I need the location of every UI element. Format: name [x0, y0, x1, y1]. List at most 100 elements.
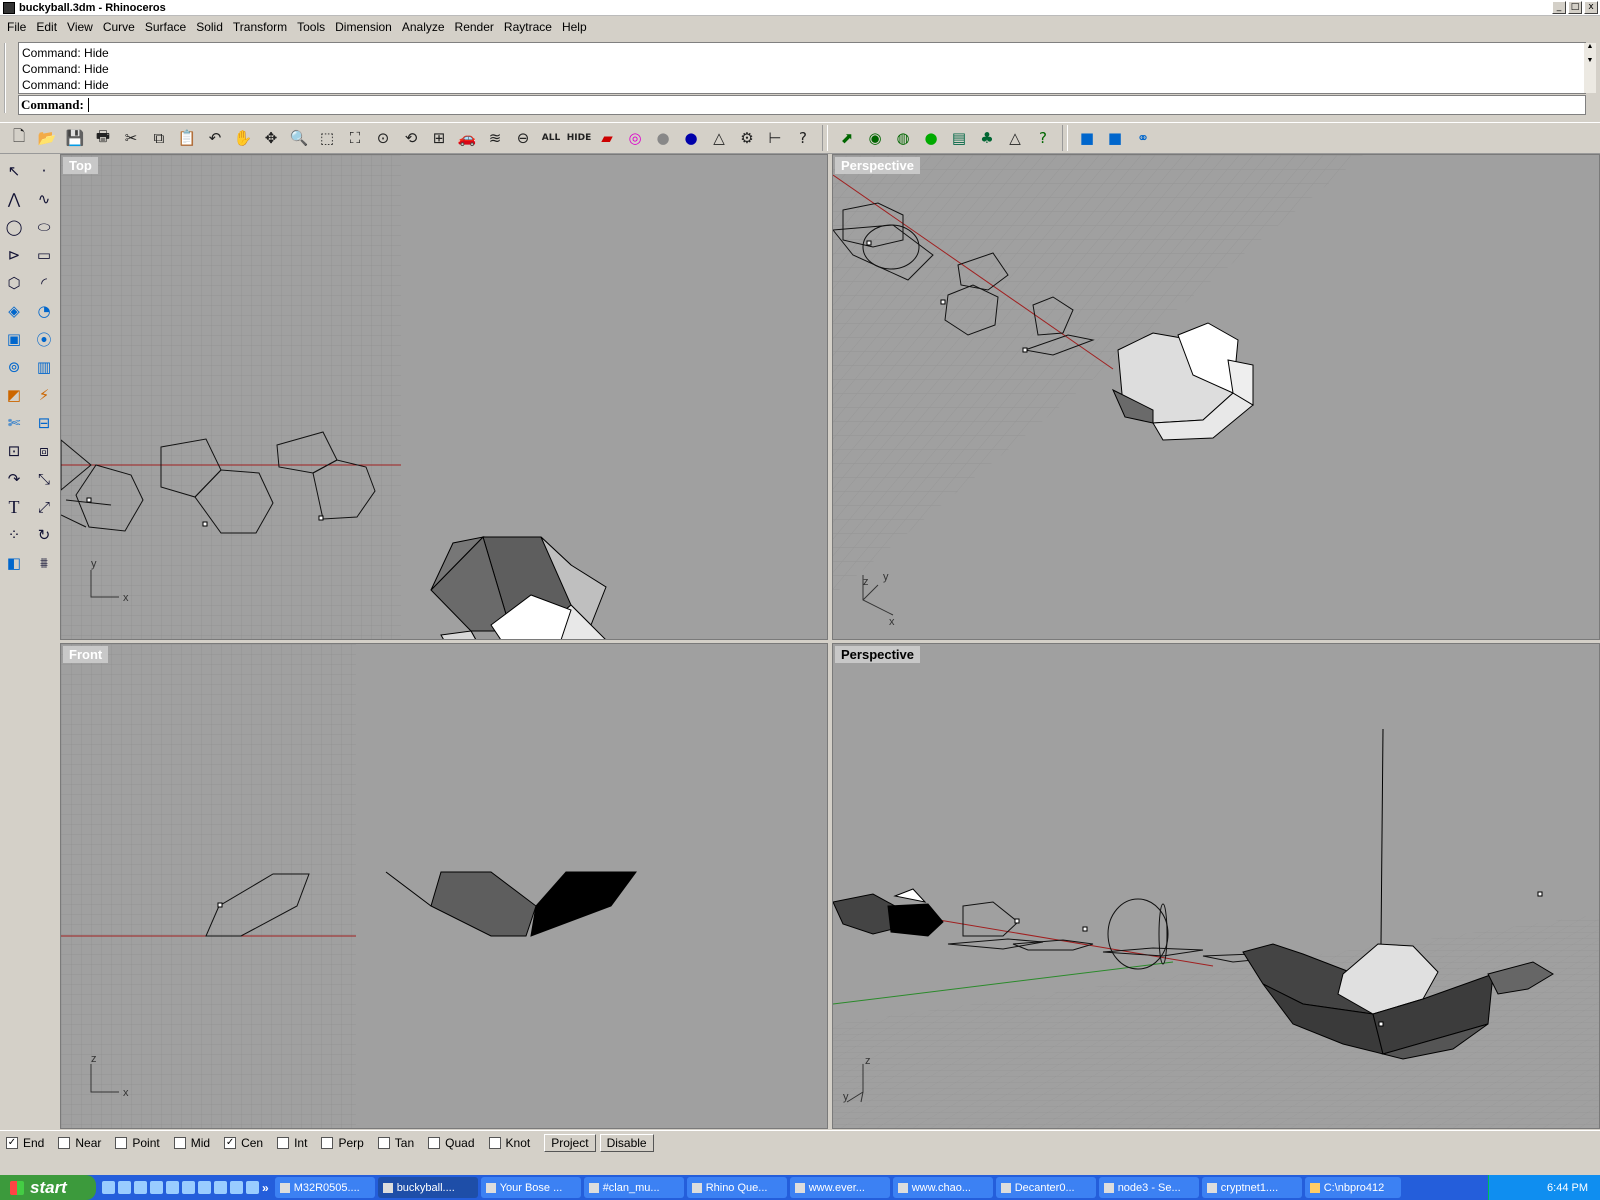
- checkbox[interactable]: [377, 1136, 390, 1149]
- app-icon[interactable]: [246, 1180, 259, 1194]
- open-icon[interactable]: 📂: [34, 125, 60, 151]
- more-icon[interactable]: »: [262, 1181, 269, 1195]
- polyline-2-icon[interactable]: ⊳: [0, 242, 28, 268]
- sphere-gray-icon[interactable]: ●: [650, 125, 676, 151]
- trim-icon[interactable]: ✄: [0, 410, 28, 436]
- cone-icon[interactable]: △: [706, 125, 732, 151]
- app-icon[interactable]: [214, 1180, 227, 1194]
- clock[interactable]: 6:44 PM: [1547, 1182, 1588, 1194]
- print-icon[interactable]: 🖶: [90, 125, 116, 151]
- osnap-point[interactable]: Point: [115, 1136, 160, 1150]
- save-icon[interactable]: 💾: [62, 125, 88, 151]
- menu-surface[interactable]: Surface: [140, 19, 191, 35]
- app-icon[interactable]: [182, 1180, 195, 1194]
- desktop-icon[interactable]: [134, 1180, 147, 1194]
- render-help-icon[interactable]: ?: [1030, 125, 1056, 151]
- task-button[interactable]: www.ever...: [789, 1177, 890, 1198]
- app-icon[interactable]: [230, 1180, 243, 1194]
- fillet-icon[interactable]: ↷: [0, 466, 28, 492]
- point-icon[interactable]: ·: [30, 158, 58, 184]
- ie-icon[interactable]: [102, 1180, 115, 1194]
- show-all-button[interactable]: ALL: [538, 125, 564, 151]
- maximize-button[interactable]: □: [1568, 1, 1582, 14]
- checkbox[interactable]: [173, 1136, 186, 1149]
- cut-icon[interactable]: ✂: [118, 125, 144, 151]
- menu-analyze[interactable]: Analyze: [397, 19, 450, 35]
- task-button[interactable]: Your Bose ...: [480, 1177, 581, 1198]
- menu-dimension[interactable]: Dimension: [330, 19, 397, 35]
- array-icon[interactable]: ⊡: [0, 438, 28, 464]
- save-render-icon[interactable]: ◍: [890, 125, 916, 151]
- group-icon[interactable]: ⧈: [30, 438, 58, 464]
- osnap-perp[interactable]: Perp: [321, 1136, 364, 1150]
- scale-icon[interactable]: ⤢: [30, 494, 58, 520]
- viewport-title[interactable]: Top: [63, 157, 98, 174]
- zoom-selected-icon[interactable]: ⊙: [370, 125, 396, 151]
- rotate-view-icon[interactable]: ✥: [258, 125, 284, 151]
- layers-icon[interactable]: ◧: [0, 550, 28, 576]
- panel-grip[interactable]: [4, 43, 10, 113]
- menu-help[interactable]: Help: [557, 19, 592, 35]
- checkbox[interactable]: [115, 1136, 128, 1149]
- task-button[interactable]: buckyball....: [377, 1177, 478, 1198]
- menu-raytrace[interactable]: Raytrace: [499, 19, 557, 35]
- zoom-icon[interactable]: 🔍: [286, 125, 312, 151]
- osnap-cen[interactable]: ✓ Cen: [224, 1136, 263, 1150]
- grid-icon[interactable]: ⩩: [30, 550, 58, 576]
- zoom-extents-icon[interactable]: ⛶: [342, 125, 368, 151]
- curve-icon[interactable]: ∿: [30, 186, 58, 212]
- paint-icon[interactable]: ◩: [0, 382, 28, 408]
- surface-icon[interactable]: ◈: [0, 298, 28, 324]
- viewport-title[interactable]: Perspective: [835, 157, 920, 174]
- paste-icon[interactable]: 📋: [174, 125, 200, 151]
- rotate-icon[interactable]: ↻: [30, 522, 58, 548]
- menu-view[interactable]: View: [62, 19, 98, 35]
- disable-button[interactable]: Disable: [599, 1133, 654, 1152]
- properties-icon[interactable]: ⊖: [510, 125, 536, 151]
- project-button[interactable]: Project: [544, 1133, 596, 1152]
- task-button[interactable]: Rhino Que...: [686, 1177, 787, 1198]
- hide-button[interactable]: HIDE: [566, 125, 592, 151]
- osnap-int[interactable]: Int: [277, 1136, 307, 1150]
- menu-tools[interactable]: Tools: [292, 19, 330, 35]
- render-preview-icon[interactable]: ⬈: [834, 125, 860, 151]
- checkbox[interactable]: [488, 1136, 501, 1149]
- pan-icon[interactable]: ✋: [230, 125, 256, 151]
- rectangle-icon[interactable]: ▭: [30, 242, 58, 268]
- circle-icon[interactable]: ◯: [0, 214, 28, 240]
- checkbox[interactable]: [58, 1136, 71, 1149]
- revolve-icon[interactable]: ◔: [30, 298, 58, 324]
- color-wheel-icon[interactable]: ◎: [622, 125, 648, 151]
- select-icon[interactable]: ↖: [0, 158, 28, 184]
- history-scrollbar[interactable]: ▲ ▼: [1584, 43, 1596, 93]
- osnap-end[interactable]: ✓ End: [6, 1136, 44, 1150]
- sphere-blue-icon[interactable]: ●: [678, 125, 704, 151]
- car-render-icon[interactable]: 🚗: [454, 125, 480, 151]
- viewport-perspective-upper[interactable]: Perspective z y x: [832, 154, 1600, 640]
- undo-icon[interactable]: ↶: [202, 125, 228, 151]
- text-icon[interactable]: T: [0, 494, 28, 520]
- task-button[interactable]: www.chao...: [892, 1177, 993, 1198]
- polyline-icon[interactable]: ⋀: [0, 186, 28, 212]
- cylinder-icon[interactable]: ⊚: [0, 354, 28, 380]
- osnap-quad[interactable]: Quad: [428, 1136, 475, 1150]
- osnap-mid[interactable]: Mid: [173, 1136, 210, 1150]
- environment-icon[interactable]: ▤: [946, 125, 972, 151]
- tree-icon[interactable]: ♣: [974, 125, 1000, 151]
- osnap-near[interactable]: Near: [58, 1136, 101, 1150]
- task-button[interactable]: #clan_mu...: [583, 1177, 684, 1198]
- menu-edit[interactable]: Edit: [31, 19, 62, 35]
- move-icon[interactable]: ⤡: [30, 466, 58, 492]
- blue-cube-icon[interactable]: ■: [1074, 125, 1100, 151]
- checkbox[interactable]: [277, 1136, 290, 1149]
- task-button[interactable]: node3 - Se...: [1098, 1177, 1199, 1198]
- menu-transform[interactable]: Transform: [228, 19, 292, 35]
- task-button[interactable]: M32R0505....: [274, 1177, 375, 1198]
- four-viewports-icon[interactable]: ⊞: [426, 125, 452, 151]
- command-history[interactable]: Command: Hide Command: Hide Command: Hid…: [18, 42, 1586, 94]
- checkbox[interactable]: ✓: [6, 1136, 18, 1149]
- task-button[interactable]: cryptnet1....: [1201, 1177, 1302, 1198]
- app-icon[interactable]: [198, 1180, 211, 1194]
- ellipse-icon[interactable]: ⬭: [30, 214, 58, 240]
- box-icon[interactable]: ▣: [0, 326, 28, 352]
